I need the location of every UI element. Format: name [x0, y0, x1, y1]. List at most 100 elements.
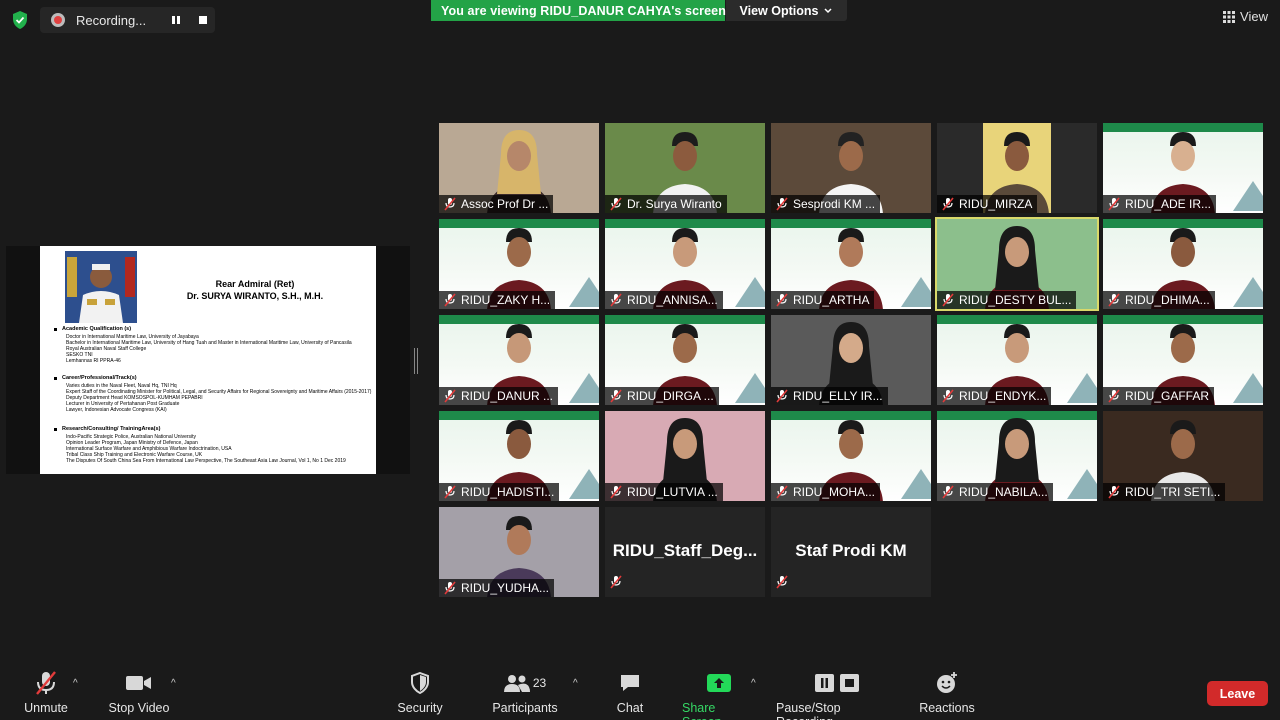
chat-button[interactable]: Chat: [612, 670, 648, 715]
share-screen-label: Share Screen: [682, 701, 722, 720]
participants-button[interactable]: 23 Participants: [491, 670, 559, 715]
pause-stop-recording-button[interactable]: Pause/Stop Recording: [776, 670, 900, 720]
participant-video-tile[interactable]: RIDU_DIRGA ...: [605, 315, 765, 405]
muted-microphone-icon: [610, 293, 622, 307]
participant-video-tile[interactable]: Assoc Prof Dr ...: [439, 123, 599, 213]
slide-title-line2: Dr. SURYA WIRANTO, S.H., M.H.: [186, 291, 324, 301]
stop-recording-icon[interactable]: [194, 11, 212, 29]
share-screen-button[interactable]: Share Screen: [682, 670, 756, 720]
participant-name: RIDU_DANUR ...: [461, 389, 554, 403]
muted-microphone-icon: [444, 197, 456, 211]
participant-video-tile[interactable]: Dr. Surya Wiranto: [605, 123, 765, 213]
participant-video-tile[interactable]: RIDU_LUTVIA ...: [605, 411, 765, 501]
participant-name: Sesprodi KM ...: [793, 197, 876, 211]
participant-name: Dr. Surya Wiranto: [627, 197, 722, 211]
leave-button[interactable]: Leave: [1207, 681, 1268, 706]
participants-count: 23: [532, 676, 547, 690]
participant-name: RIDU_ANNISA...: [627, 293, 718, 307]
participant-display-name: Staf Prodi KM: [795, 541, 907, 560]
section-heading: Career/Professional/Track(s): [54, 375, 369, 381]
stop-video-label: Stop Video: [108, 701, 170, 715]
participant-display-name: RIDU_Staff_Deg...: [612, 541, 758, 560]
participant-name: RIDU_MOHA...: [793, 485, 876, 499]
muted-indicator: [775, 575, 793, 594]
participant-video-tile[interactable]: RIDU_HADISTI...: [439, 411, 599, 501]
audio-options-chevron-icon[interactable]: ^: [73, 678, 78, 689]
muted-microphone-icon: [776, 197, 788, 211]
participant-video-tile[interactable]: RIDU_ADE IR...: [1103, 123, 1263, 213]
security-label: Security: [397, 701, 443, 715]
participant-name-label: RIDU_MIRZA: [937, 195, 1038, 213]
slide-section-research: Research/Consulting/ TrainingArea(s) Ind…: [54, 426, 369, 464]
participant-video-tile[interactable]: RIDU_YUDHA...: [439, 507, 599, 597]
splitter-handle[interactable]: [414, 348, 418, 374]
muted-microphone-icon: [942, 485, 954, 499]
participant-video-tile[interactable]: RIDU_MIRZA: [937, 123, 1097, 213]
shared-screen[interactable]: Rear Admiral (Ret) Dr. SURYA WIRANTO, S.…: [6, 246, 410, 474]
view-layout-button[interactable]: View: [1223, 9, 1268, 24]
participant-video-tile[interactable]: RIDU_TRI SETI...: [1103, 411, 1263, 501]
presentation-slide: Rear Admiral (Ret) Dr. SURYA WIRANTO, S.…: [40, 246, 376, 474]
muted-microphone-icon: [610, 575, 622, 589]
participant-name-label: RIDU_DESTY BUL...: [937, 291, 1077, 309]
zoom-meeting-window: Recording... You are viewing RIDU_DANUR …: [0, 0, 1280, 720]
participant-name: RIDU_DHIMA...: [1125, 293, 1210, 307]
encryption-shield-icon[interactable]: [10, 10, 30, 30]
participants-options-chevron-icon[interactable]: ^: [573, 678, 578, 689]
video-options-chevron-icon[interactable]: ^: [171, 678, 176, 689]
participant-name: RIDU_LUTVIA ...: [627, 485, 718, 499]
muted-microphone-icon: [34, 670, 58, 696]
security-shield-icon: [410, 670, 430, 696]
participant-video-tile[interactable]: RIDU_ZAKY H...: [439, 219, 599, 309]
participant-video-tile[interactable]: RIDU_DESTY BUL...: [935, 217, 1099, 311]
muted-microphone-icon: [1108, 389, 1120, 403]
participant-video-tile[interactable]: RIDU_DHIMA...: [1103, 219, 1263, 309]
participant-name-label: RIDU_GAFFAR: [1103, 387, 1215, 405]
participant-name: RIDU_ZAKY H...: [461, 293, 551, 307]
participant-name: RIDU_MIRZA: [959, 197, 1033, 211]
stop-video-button[interactable]: Stop Video: [106, 670, 172, 715]
slide-section-career: Career/Professional/Track(s) Varies duti…: [54, 375, 371, 413]
section-heading: Academic Qualification (s): [54, 326, 369, 332]
muted-microphone-icon: [942, 293, 954, 307]
participant-video-tile[interactable]: RIDU_Staff_Deg...: [605, 507, 765, 597]
share-options-chevron-icon[interactable]: ^: [751, 678, 756, 689]
view-options-button[interactable]: View Options: [726, 0, 847, 21]
slide-title-line1: Rear Admiral (Ret): [215, 279, 295, 289]
unmute-button[interactable]: Unmute: [22, 670, 70, 715]
participant-name-label: RIDU_MOHA...: [771, 483, 881, 501]
participant-name: Assoc Prof Dr ...: [461, 197, 549, 211]
participant-name-label: RIDU_ZAKY H...: [439, 291, 556, 309]
muted-microphone-icon: [444, 293, 456, 307]
slide-title: Rear Admiral (Ret) Dr. SURYA WIRANTO, S.…: [150, 278, 360, 302]
muted-microphone-icon: [776, 293, 788, 307]
pause-stop-icons: [815, 670, 861, 696]
participant-name-label: RIDU_LUTVIA ...: [605, 483, 723, 501]
security-button[interactable]: Security: [396, 670, 444, 715]
participant-name-label: RIDU_ENDYK...: [937, 387, 1052, 405]
participant-name: RIDU_ELLY IR...: [793, 389, 883, 403]
participant-video-tile[interactable]: RIDU_DANUR ...: [439, 315, 599, 405]
participant-name: RIDU_DESTY BUL...: [959, 293, 1072, 307]
participant-video-tile[interactable]: RIDU_ARTHA: [771, 219, 931, 309]
participant-video-tile[interactable]: RIDU_ANNISA...: [605, 219, 765, 309]
participant-video-tile[interactable]: Sesprodi KM ...: [771, 123, 931, 213]
chat-label: Chat: [616, 701, 644, 715]
pause-recording-icon[interactable]: [167, 11, 185, 29]
participant-name: RIDU_HADISTI...: [461, 485, 555, 499]
participant-video-tile[interactable]: RIDU_MOHA...: [771, 411, 931, 501]
participant-video-tile[interactable]: RIDU_GAFFAR: [1103, 315, 1263, 405]
share-screen-icon: [707, 670, 731, 696]
participant-video-tile[interactable]: Staf Prodi KM: [771, 507, 931, 597]
participant-name-label: RIDU_ADE IR...: [1103, 195, 1217, 213]
participant-video-tile[interactable]: RIDU_NABILA...: [937, 411, 1097, 501]
participant-video-tile[interactable]: RIDU_ELLY IR...: [771, 315, 931, 405]
participant-name: RIDU_ENDYK...: [959, 389, 1047, 403]
participant-video-tile[interactable]: RIDU_ENDYK...: [937, 315, 1097, 405]
pause-stop-recording-label: Pause/Stop Recording: [776, 701, 841, 720]
reactions-label: Reactions: [919, 701, 975, 715]
slide-line: Lawyer, Indonesian Advocate Congress (KA…: [66, 407, 167, 413]
smiley-plus-icon: [935, 670, 959, 696]
reactions-button[interactable]: Reactions: [918, 670, 976, 715]
muted-indicator: [609, 575, 627, 594]
